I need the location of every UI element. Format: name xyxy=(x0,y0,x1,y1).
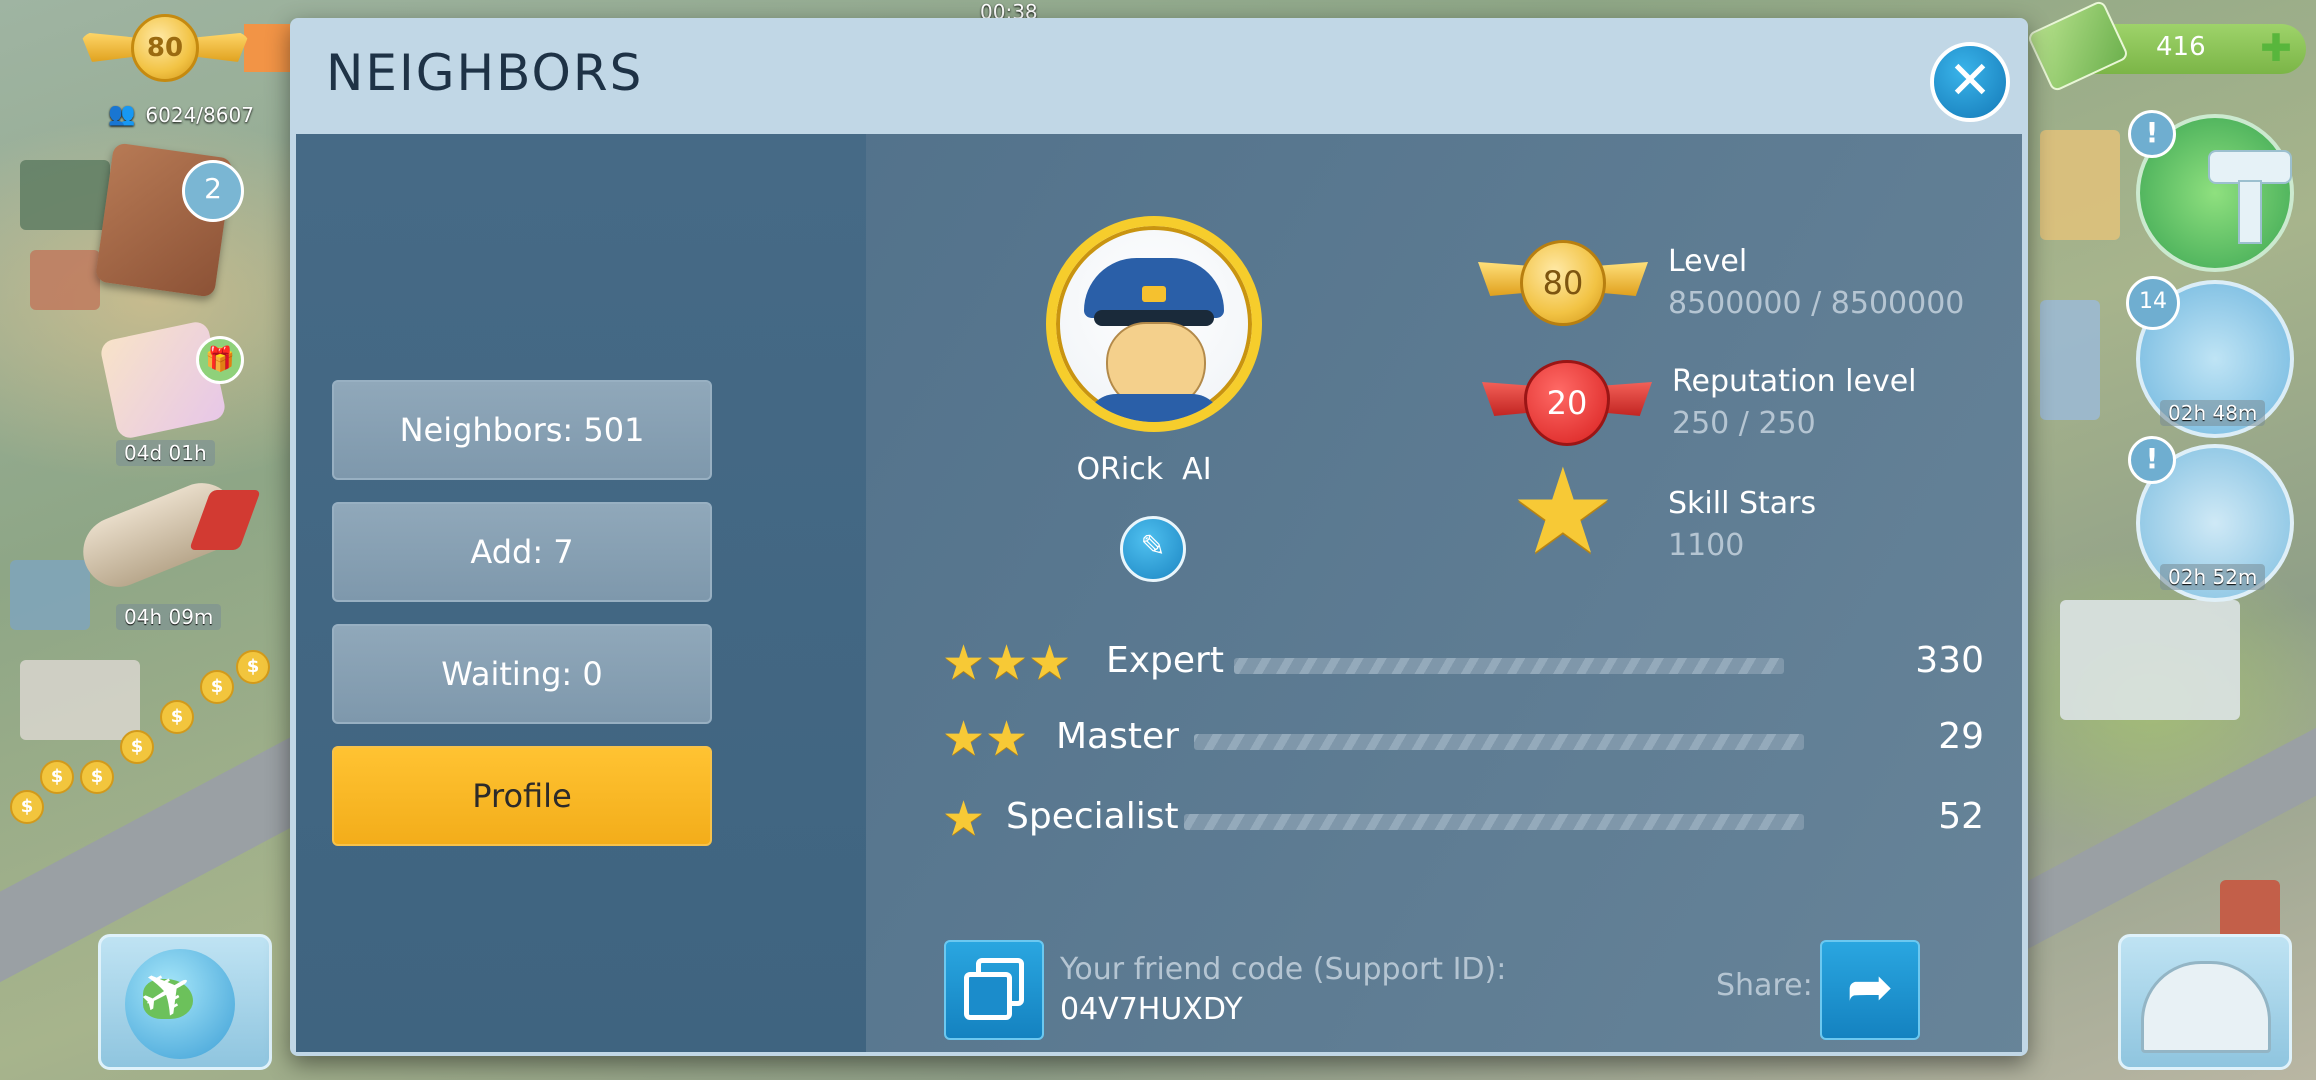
population-value: 6024/8607 xyxy=(145,102,254,127)
waiting-neighbors-button[interactable]: Waiting: 0 xyxy=(332,624,712,724)
neighbors-count-button[interactable]: Neighbors: 501 xyxy=(332,380,712,480)
reputation-value: 250 / 250 xyxy=(1672,406,1816,441)
close-icon[interactable]: ✕ xyxy=(1930,42,2010,122)
specialist-label: Specialist xyxy=(1006,796,1179,837)
hud-orange-bar xyxy=(244,24,294,72)
expert-label: Expert xyxy=(1106,640,1224,681)
skill-stars-value: 1100 xyxy=(1668,528,1745,563)
zeppelin-timer: 04h 09m xyxy=(116,604,222,630)
master-bar xyxy=(1194,734,1804,750)
level-medal-icon: 80 xyxy=(1478,240,1648,326)
master-stars-icon: ★★ xyxy=(942,711,1029,767)
player-level-badge[interactable]: 80 xyxy=(80,14,250,82)
level-value: 8500000 / 8500000 xyxy=(1668,286,1965,321)
master-value: 29 xyxy=(1938,716,1984,757)
book-notification-badge: 2 xyxy=(182,160,244,222)
hud-level-value: 80 xyxy=(131,14,199,82)
control-tower-icon xyxy=(2208,150,2292,244)
specialist-stars-icon: ★ xyxy=(942,791,986,847)
alert-icon: ! xyxy=(2128,110,2176,158)
radar-b-timer: 02h 48m xyxy=(2160,400,2266,426)
hangar-button[interactable] xyxy=(2118,934,2292,1070)
money-value: 416 xyxy=(2156,32,2206,62)
world-map-button[interactable]: ✈ xyxy=(98,934,272,1070)
specialist-value: 52 xyxy=(1938,796,1984,837)
gift-timer: 04d 01h xyxy=(116,440,215,466)
level-label: Level xyxy=(1668,244,1748,279)
specialist-bar xyxy=(1184,814,1804,830)
pencil-icon[interactable]: ✎ xyxy=(1120,516,1186,582)
share-icon[interactable]: ➦ xyxy=(1820,940,1920,1040)
player-avatar xyxy=(1046,216,1262,432)
add-neighbors-button[interactable]: Add: 7 xyxy=(332,502,712,602)
reputation-heart-icon: 20 xyxy=(1482,360,1652,446)
friend-code-label: Your friend code (Support ID): xyxy=(1060,952,1507,987)
radar-c-timer: 02h 52m xyxy=(2160,564,2266,590)
people-icon: 👥 xyxy=(108,102,136,127)
dialog-title: NEIGHBORS xyxy=(326,44,644,102)
skill-stars-label: Skill Stars xyxy=(1668,486,1817,521)
star-icon: ★ xyxy=(1510,442,1616,580)
gift-icon: 🎁 xyxy=(196,336,244,384)
level-medal-value: 80 xyxy=(1520,240,1606,326)
profile-button[interactable]: Profile xyxy=(332,746,712,846)
dialog-body: Neighbors: 501 Add: 7 Waiting: 0 Profile… xyxy=(296,134,2022,1052)
reputation-label: Reputation level xyxy=(1672,364,1917,399)
expert-value: 330 xyxy=(1915,640,1984,681)
alert-icon: ! xyxy=(2128,436,2176,484)
copy-icon[interactable] xyxy=(944,940,1044,1040)
neighbors-dialog: NEIGHBORS ✕ Neighbors: 501 Add: 7 Waitin… xyxy=(290,18,2028,1056)
hangar-icon xyxy=(2141,961,2271,1053)
expert-stars-icon: ★★★ xyxy=(942,635,1072,691)
share-label: Share: xyxy=(1716,968,1813,1003)
radar-count-badge: 14 xyxy=(2126,276,2180,330)
neighbors-sidebar: Neighbors: 501 Add: 7 Waiting: 0 Profile xyxy=(296,134,866,1052)
expert-bar xyxy=(1234,658,1784,674)
player-name: ORick AI xyxy=(1076,452,1212,487)
population-counter: 👥 6024/8607 xyxy=(108,102,254,127)
friend-code-value: 04V7HUXDY xyxy=(1060,992,1243,1027)
master-label: Master xyxy=(1056,716,1179,757)
plus-icon[interactable]: ✚ xyxy=(2260,26,2292,70)
reputation-value-badge: 20 xyxy=(1524,360,1610,446)
